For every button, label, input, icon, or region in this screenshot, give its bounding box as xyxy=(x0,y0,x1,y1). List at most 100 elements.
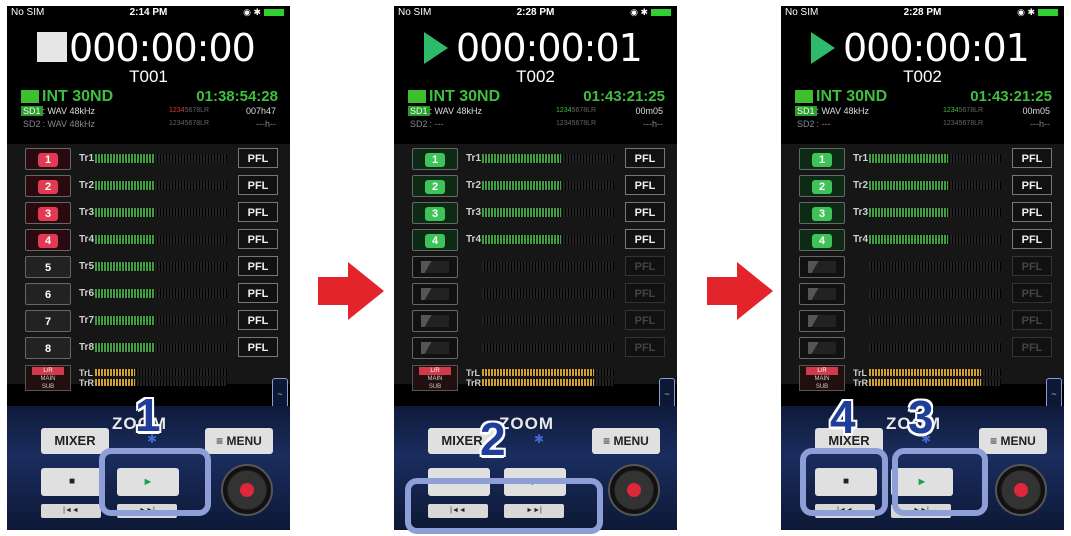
track-pad: 1 xyxy=(38,153,58,167)
meter-fill xyxy=(95,154,155,163)
track-button-1[interactable]: 1 xyxy=(412,148,458,170)
pfl-button-2[interactable]: PFL xyxy=(625,175,665,195)
track-row: PFL xyxy=(412,283,665,305)
track-button-7[interactable] xyxy=(412,310,458,332)
status-bar: No SIM 2:14 PM ◉ ✱ xyxy=(7,6,290,20)
meter-fill xyxy=(482,181,562,190)
record-button[interactable] xyxy=(221,464,273,516)
battery-status-icon xyxy=(795,90,813,103)
pfl-button-3[interactable]: PFL xyxy=(238,202,278,222)
pfl-button-7[interactable]: PFL xyxy=(1012,310,1052,330)
track-button-4[interactable]: 4 xyxy=(412,229,458,251)
track-button-4[interactable]: 4 xyxy=(799,229,845,251)
pfl-button-4[interactable]: PFL xyxy=(1012,229,1052,249)
record-button[interactable] xyxy=(608,464,660,516)
rewind-button[interactable]: |◄◄ xyxy=(41,504,101,518)
pfl-button-1[interactable]: PFL xyxy=(625,148,665,168)
take-name: T001 xyxy=(129,67,168,86)
track-button-5[interactable]: 5 xyxy=(25,256,71,278)
track-button-6[interactable]: 6 xyxy=(25,283,71,305)
track-button-5[interactable] xyxy=(412,256,458,278)
menu-button[interactable]: ≡ MENU xyxy=(205,428,273,454)
sd2-row: SD2: --- 12345678LR ---h-- xyxy=(795,119,1054,130)
track-button-1[interactable]: 1 xyxy=(25,148,71,170)
track-button-6[interactable] xyxy=(799,283,845,305)
main-mix-row: L/R MAIN SUB TrL TrR xyxy=(799,365,1052,391)
track-button-7[interactable]: 7 xyxy=(25,310,71,332)
track-button-7[interactable] xyxy=(799,310,845,332)
battery-icon xyxy=(1038,9,1058,17)
track-button-3[interactable]: 3 xyxy=(412,202,458,224)
pfl-button-8[interactable]: PFL xyxy=(625,337,665,357)
pfl-button-1[interactable]: PFL xyxy=(238,148,278,168)
track-button-8[interactable] xyxy=(799,337,845,359)
trr-meter xyxy=(869,379,1001,386)
track-label: Tr4 xyxy=(79,234,95,245)
sd1-format: : WAV 48kHz xyxy=(816,106,870,116)
pfl-button-2[interactable]: PFL xyxy=(238,175,278,195)
pfl-button-6[interactable]: PFL xyxy=(238,283,278,303)
track-button-2[interactable]: 2 xyxy=(412,175,458,197)
track-button-2[interactable]: 2 xyxy=(799,175,845,197)
track-button-8[interactable] xyxy=(412,337,458,359)
pfl-button-7[interactable]: PFL xyxy=(238,310,278,330)
track-pad: 2 xyxy=(812,180,832,194)
pfl-button-1[interactable]: PFL xyxy=(1012,148,1052,168)
track-button-5[interactable] xyxy=(799,256,845,278)
pfl-button-2[interactable]: PFL xyxy=(1012,175,1052,195)
pfl-button-4[interactable]: PFL xyxy=(238,229,278,249)
track-label: Tr1 xyxy=(853,153,869,164)
meter-fill xyxy=(482,379,595,386)
track-button-4[interactable]: 4 xyxy=(25,229,71,251)
lr-main-sub-button[interactable]: L/R MAIN SUB xyxy=(412,365,458,391)
time-counter: 000:00:01 xyxy=(456,26,643,70)
meter-fill xyxy=(869,181,949,190)
sd2-label: SD2 xyxy=(797,119,815,129)
pfl-button-5[interactable]: PFL xyxy=(625,256,665,276)
lr-channel-labels: TrL TrR xyxy=(79,368,94,388)
pfl-button-4[interactable]: PFL xyxy=(625,229,665,249)
track-button-2[interactable]: 2 xyxy=(25,175,71,197)
sd2-track-map: 12345678LR xyxy=(556,120,597,127)
pfl-button-8[interactable]: PFL xyxy=(1012,337,1052,357)
callout-highlight-stop xyxy=(800,448,888,516)
callout-highlight-play xyxy=(99,448,211,516)
track-button-3[interactable]: 3 xyxy=(799,202,845,224)
pfl-button-7[interactable]: PFL xyxy=(625,310,665,330)
lr-main-sub-button[interactable]: L/R MAIN SUB xyxy=(799,365,845,391)
meter-fill xyxy=(482,208,562,217)
track-pad: 3 xyxy=(425,207,445,221)
level-meter xyxy=(482,289,614,298)
pfl-button-3[interactable]: PFL xyxy=(1012,202,1052,222)
track-label: Tr3 xyxy=(466,207,482,218)
track-label: Tr7 xyxy=(79,315,95,326)
meter-fill xyxy=(869,154,949,163)
track-button-6[interactable] xyxy=(412,283,458,305)
track-button-3[interactable]: 3 xyxy=(25,202,71,224)
take-name: T002 xyxy=(903,67,942,86)
track-label: Tr4 xyxy=(466,234,482,245)
callout-highlight-skip xyxy=(405,478,603,534)
pfl-button-6[interactable]: PFL xyxy=(1012,283,1052,303)
lr-main-sub-button[interactable]: L/R MAIN SUB xyxy=(25,365,71,391)
sd1-remaining: 00m05 xyxy=(1022,106,1050,116)
pfl-button-5[interactable]: PFL xyxy=(238,256,278,276)
level-meter xyxy=(482,343,614,352)
meter-fill xyxy=(95,208,155,217)
track-button-8[interactable]: 8 xyxy=(25,337,71,359)
pfl-button-5[interactable]: PFL xyxy=(1012,256,1052,276)
level-meter xyxy=(482,316,614,325)
stop-button[interactable]: ■ xyxy=(41,468,103,496)
record-dot-icon xyxy=(627,483,641,497)
state-glyph xyxy=(811,32,835,64)
track-button-1[interactable]: 1 xyxy=(799,148,845,170)
pfl-button-8[interactable]: PFL xyxy=(238,337,278,357)
menu-button[interactable]: ≡ MENU xyxy=(979,428,1047,454)
mixer-button[interactable]: MIXER xyxy=(41,428,109,454)
record-button[interactable] xyxy=(995,464,1047,516)
pfl-button-6[interactable]: PFL xyxy=(625,283,665,303)
menu-button[interactable]: ≡ MENU xyxy=(592,428,660,454)
battery-icon xyxy=(264,9,284,17)
pfl-button-3[interactable]: PFL xyxy=(625,202,665,222)
track-pad xyxy=(421,342,449,354)
